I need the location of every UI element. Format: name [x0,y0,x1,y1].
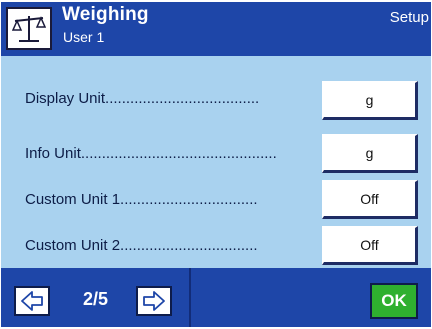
next-page-button[interactable] [136,286,172,316]
custom-unit-1-label: Custom Unit 1...........................… [25,191,258,208]
arrow-left-icon [21,291,43,311]
arrow-right-icon [143,291,165,311]
page-indicator: 2/5 [83,289,109,309]
info-unit-button[interactable]: g [322,134,418,173]
footer-bar: 2/5 OK [1,268,431,327]
balance-scale-icon[interactable] [6,7,52,50]
header-bar: Weighing User 1 Setup [1,2,431,56]
footer-divider [189,268,191,327]
user-subtitle: User 1 [63,29,105,45]
balance-terminal-screen: Weighing User 1 Setup Display Unit......… [1,2,431,327]
info-unit-label: Info Unit...............................… [25,145,277,162]
display-unit-button[interactable]: g [322,81,418,120]
setup-label: Setup [389,9,429,26]
previous-page-button[interactable] [14,286,50,316]
custom-unit-2-label: Custom Unit 2...........................… [25,237,258,254]
page-title: Weighing [62,4,149,25]
custom-unit-2-button[interactable]: Off [322,226,418,265]
display-unit-label: Display Unit............................… [25,90,260,107]
custom-unit-1-button[interactable]: Off [322,180,418,219]
ok-button[interactable]: OK [370,283,418,319]
